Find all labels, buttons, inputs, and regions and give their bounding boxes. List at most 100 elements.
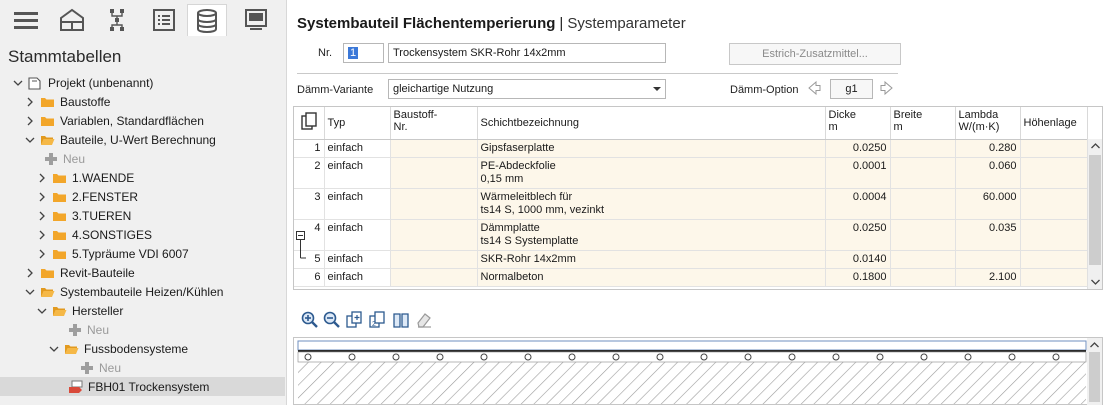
book-icon[interactable]	[392, 311, 410, 329]
copy-icon[interactable]	[294, 107, 325, 140]
col-header-dicke[interactable]: Dicke m	[825, 107, 891, 140]
cell-typ[interactable]: einfach	[324, 188, 391, 220]
col-header-hoehenlage[interactable]: Höhenlage	[1020, 107, 1088, 140]
tree-item[interactable]: Bauteile, U-Wert Berechnung	[0, 130, 285, 149]
cell-breite[interactable]	[890, 139, 956, 158]
cell-lambda[interactable]: 2.100	[955, 268, 1021, 287]
cell-dicke[interactable]: 0.0140	[825, 250, 891, 269]
daemm-variante-select[interactable]: gleichartige Nutzung	[388, 79, 666, 99]
cell-breite[interactable]	[890, 188, 956, 220]
cell-baustoff[interactable]	[390, 250, 478, 269]
zoom-in-icon[interactable]	[301, 311, 319, 329]
cell-lambda[interactable]: 0.060	[955, 157, 1021, 189]
cell-lambda[interactable]: 0.035	[955, 219, 1021, 251]
cell-typ[interactable]: einfach	[324, 219, 391, 251]
tree-item[interactable]: FBH01 Trockensystem	[0, 377, 285, 396]
cell-baustoff[interactable]	[390, 268, 478, 287]
tree-item[interactable]: Neu	[0, 149, 285, 168]
table-row[interactable]: 4 einfach Dämmplatte ts14 S Systemplatte 0.0…	[294, 219, 1088, 251]
tree-item[interactable]: 4.SONSTIGES	[0, 225, 285, 244]
chevron-right-icon[interactable]	[36, 210, 48, 222]
tree-item[interactable]: 5.Typräume VDI 6007	[0, 244, 285, 263]
building-icon[interactable]	[52, 4, 92, 36]
tree-item[interactable]: 2.FENSTER	[0, 187, 285, 206]
cell-schicht[interactable]: Normalbeton	[477, 268, 826, 287]
database-icon[interactable]	[187, 4, 227, 36]
arrow-right-icon[interactable]	[879, 79, 895, 97]
cell-baustoff[interactable]	[390, 157, 478, 189]
cell-hoehenlage[interactable]	[1020, 219, 1088, 251]
chevron-down-icon[interactable]	[48, 343, 60, 355]
cell-hoehenlage[interactable]	[1020, 157, 1088, 189]
erase-icon[interactable]	[415, 311, 433, 329]
nr-field[interactable]: 1	[343, 43, 384, 63]
tree-item[interactable]: Variablen, Standardflächen	[0, 111, 285, 130]
cell-dicke[interactable]: 0.0001	[825, 157, 891, 189]
row-number[interactable]: 2	[294, 157, 325, 189]
cell-dicke[interactable]: 0.0004	[825, 188, 891, 220]
chevron-right-icon[interactable]	[36, 191, 48, 203]
table-row[interactable]: 5 einfach SKR-Rohr 14x2mm 0.0140	[294, 250, 1088, 269]
cell-typ[interactable]: einfach	[324, 157, 391, 189]
scroll-up-icon[interactable]	[1091, 143, 1100, 149]
preview-scrollbar[interactable]	[1087, 338, 1102, 405]
col-header-baustoff[interactable]: Baustoff- Nr.	[390, 107, 478, 140]
menu-icon[interactable]	[6, 4, 46, 36]
col-header-typ[interactable]: Typ	[324, 107, 391, 140]
chevron-right-icon[interactable]	[24, 267, 36, 279]
tree-item[interactable]: Fussbodensysteme	[0, 339, 285, 358]
chevron-right-icon[interactable]	[36, 248, 48, 260]
table-row[interactable]: 3 einfach Wärmeleitblech für ts14 S, 1000 m…	[294, 188, 1088, 220]
group-bracket-icon[interactable]	[296, 231, 306, 261]
row-number[interactable]: 1	[294, 139, 325, 158]
tree-item[interactable]: 3.TUEREN	[0, 206, 285, 225]
tree-item[interactable]: Projekt (unbenannt)	[0, 73, 285, 92]
chevron-right-icon[interactable]	[36, 229, 48, 241]
layer-preview[interactable]	[293, 337, 1103, 405]
chevron-right-icon[interactable]	[36, 172, 48, 184]
cell-lambda[interactable]: 60.000	[955, 188, 1021, 220]
preview-scroll-thumb[interactable]	[1089, 352, 1100, 402]
cell-breite[interactable]	[890, 268, 956, 287]
chevron-down-icon[interactable]	[36, 305, 48, 317]
cell-lambda[interactable]: 0.280	[955, 139, 1021, 158]
paste-layer-icon[interactable]: 2	[369, 311, 387, 329]
col-header-schicht[interactable]: Schichtbezeichnung	[477, 107, 826, 140]
col-header-lambda[interactable]: Lambda W/(m·K)	[955, 107, 1021, 140]
cell-breite[interactable]	[890, 250, 956, 269]
cell-schicht[interactable]: Dämmplatte ts14 S Systemplatte	[477, 219, 826, 251]
zoom-out-icon[interactable]	[323, 311, 341, 329]
cell-typ[interactable]: einfach	[324, 268, 391, 287]
tree-item[interactable]: Neu	[0, 320, 285, 339]
preview-scroll-up-icon[interactable]	[1090, 342, 1099, 348]
cell-schicht[interactable]: Wärmeleitblech für ts14 S, 1000 mm, vezin…	[477, 188, 826, 220]
table-row[interactable]: 2 einfach PE-Abdeckfolie 0,15 mm 0.0001 0.060	[294, 157, 1088, 189]
daemm-option-field[interactable]: g1	[830, 79, 873, 99]
chevron-down-icon[interactable]	[12, 77, 24, 89]
table-row[interactable]: 1 einfach Gipsfaserplatte 0.0250 0.280	[294, 139, 1088, 158]
scroll-down-icon[interactable]	[1091, 279, 1100, 285]
cell-hoehenlage[interactable]	[1020, 268, 1088, 287]
cell-hoehenlage[interactable]	[1020, 139, 1088, 158]
cell-hoehenlage[interactable]	[1020, 188, 1088, 220]
chevron-down-icon[interactable]	[24, 134, 36, 146]
cell-baustoff[interactable]	[390, 139, 478, 158]
col-header-breite[interactable]: Breite m	[890, 107, 956, 140]
cell-breite[interactable]	[890, 219, 956, 251]
table-row[interactable]: 6 einfach Normalbeton 0.1800 2.100	[294, 268, 1088, 287]
cell-schicht[interactable]: SKR-Rohr 14x2mm	[477, 250, 826, 269]
row-number[interactable]: 6	[294, 268, 325, 287]
network-icon[interactable]	[97, 4, 137, 36]
cell-typ[interactable]: einfach	[324, 139, 391, 158]
cell-lambda[interactable]	[955, 250, 1021, 269]
cell-schicht[interactable]: PE-Abdeckfolie 0,15 mm	[477, 157, 826, 189]
name-field[interactable]: Trockensystem SKR-Rohr 14x2mm	[388, 43, 666, 63]
tree-item[interactable]: 1.WAENDE	[0, 168, 285, 187]
cell-dicke[interactable]: 0.0250	[825, 219, 891, 251]
estrich-zusatzmittel-button[interactable]: Estrich-Zusatzmittel...	[729, 43, 901, 65]
cell-breite[interactable]	[890, 157, 956, 189]
cell-baustoff[interactable]	[390, 219, 478, 251]
tree-item[interactable]: Neu	[0, 358, 285, 377]
row-number[interactable]: 3	[294, 188, 325, 220]
chevron-down-icon[interactable]	[24, 286, 36, 298]
